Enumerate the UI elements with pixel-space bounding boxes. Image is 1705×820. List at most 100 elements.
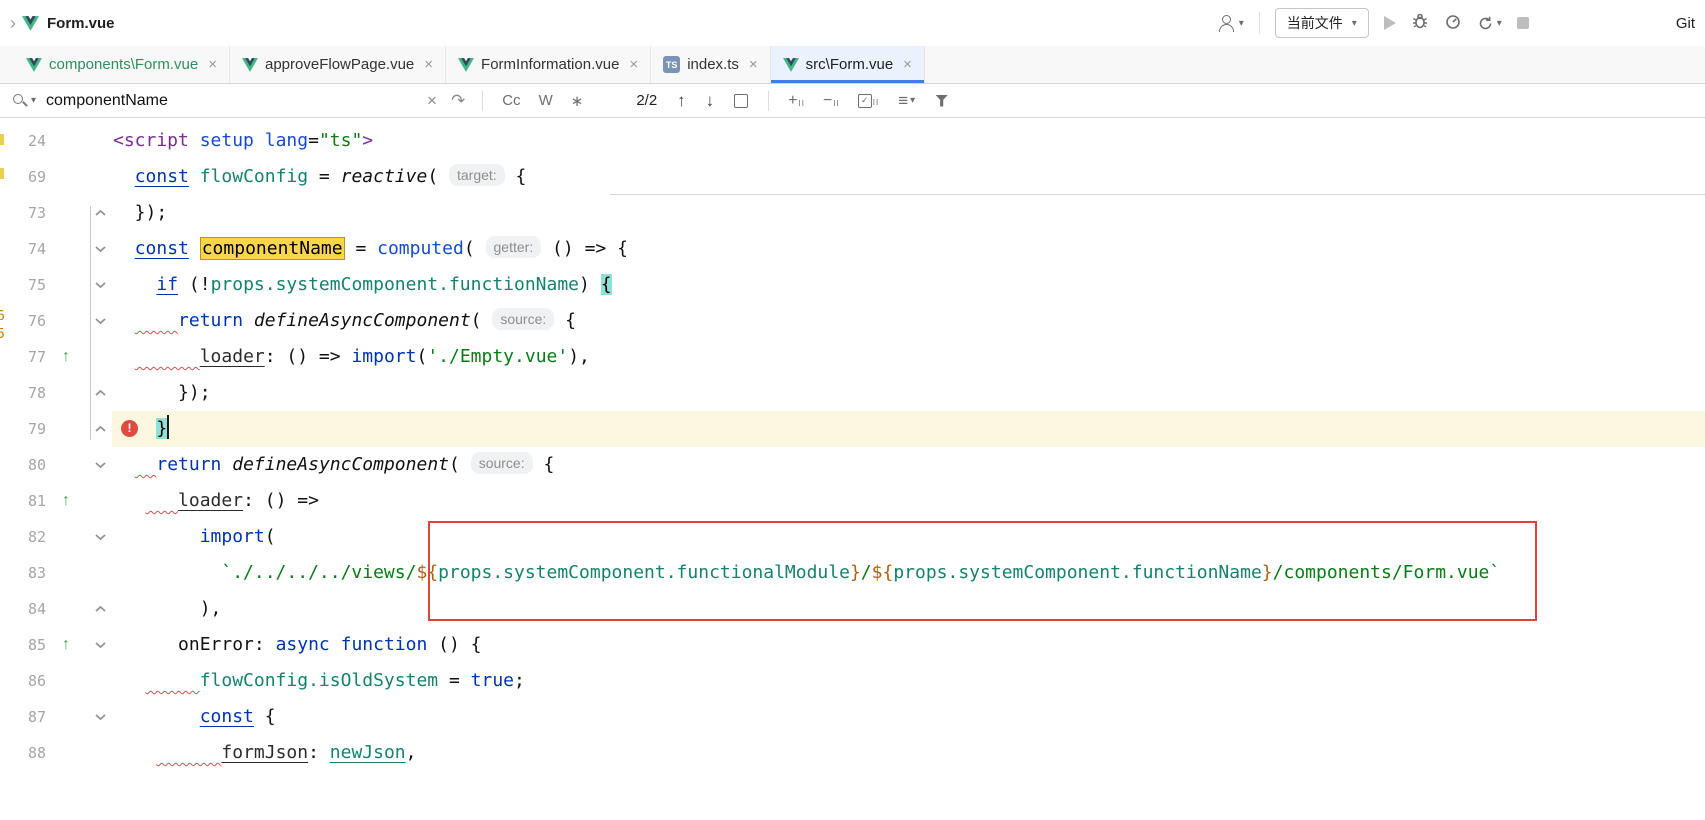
gutter-arrow-icon[interactable]: ↑ (62, 627, 70, 663)
fold-down-icon[interactable] (94, 245, 107, 253)
code-line-81[interactable]: 81↑ loader: () => (0, 483, 1705, 519)
code-line-78[interactable]: 78 }); (0, 375, 1705, 411)
code-text[interactable]: const componentName = computed( getter: … (113, 231, 1705, 267)
title-bar: › Form.vue ▾ 当前文件 ▾ ▾ (0, 0, 1705, 46)
code-text[interactable]: }); (113, 375, 1705, 411)
gutter-arrow-icon[interactable]: ↑ (62, 483, 70, 519)
profiler-button[interactable] (1444, 12, 1462, 35)
search-history-icon[interactable]: ↷ (451, 91, 465, 111)
tab-close-icon[interactable]: × (424, 56, 433, 73)
code-line-82[interactable]: 82 import( (0, 519, 1705, 555)
debug-button[interactable] (1411, 12, 1429, 35)
code-text[interactable]: return defineAsyncComponent( source: { (113, 447, 1705, 483)
open-in-find-window-icon[interactable] (734, 94, 748, 108)
filter-icon[interactable] (935, 95, 948, 107)
fold-down-icon[interactable] (94, 281, 107, 289)
stop-button[interactable] (1517, 17, 1529, 29)
code-line-74[interactable]: 74 const componentName = computed( gette… (0, 231, 1705, 267)
fold-down-icon[interactable] (94, 533, 107, 541)
code-line-75[interactable]: 75 if (!props.systemComponent.functionNa… (0, 267, 1705, 303)
code-line-83[interactable]: 83 `./../../../views/${props.systemCompo… (0, 555, 1705, 591)
next-occurrence-button[interactable]: ↓ (706, 91, 715, 111)
line-number: 87 (0, 699, 46, 735)
code-line-87[interactable]: 87 const { (0, 699, 1705, 735)
add-occurrence-icon[interactable]: +II (788, 93, 805, 109)
line-number: 74 (0, 231, 46, 267)
code-token: const (135, 238, 189, 259)
git-widget[interactable]: Git (1676, 15, 1695, 32)
code-text[interactable]: } (113, 411, 1705, 447)
fold-down-icon[interactable] (94, 641, 107, 649)
code-text[interactable]: onError: async function () { (113, 627, 1705, 663)
fold-up-icon[interactable] (94, 425, 107, 433)
tab-approveflowpage-vue[interactable]: approveFlowPage.vue× (230, 46, 446, 83)
code-text[interactable]: }); (113, 195, 1705, 231)
tab-close-icon[interactable]: × (749, 56, 758, 73)
code-line-24[interactable]: 24 <script setup lang="ts"> (0, 123, 1705, 159)
tab-bar: components\Form.vue×approveFlowPage.vue×… (0, 46, 1705, 84)
code-line-73[interactable]: 73 }); (0, 195, 1705, 231)
fold-down-icon[interactable] (94, 713, 107, 721)
code-text[interactable]: const flowConfig = reactive( target: { (113, 159, 1705, 195)
code-text[interactable]: `./../../../views/${props.systemComponen… (113, 555, 1705, 591)
editor-pane[interactable]: 24 <script setup lang="ts">69 const flowC… (0, 118, 1705, 820)
code-token (113, 742, 156, 763)
whole-words-toggle[interactable]: W (539, 92, 553, 109)
code-text[interactable]: loader: () => import('./Empty.vue'), (113, 339, 1705, 375)
code-text[interactable]: loader: () => (113, 483, 1705, 519)
divider (1259, 12, 1260, 34)
tab-close-icon[interactable]: × (629, 56, 638, 73)
user-account-button[interactable]: ▾ (1217, 15, 1244, 31)
line-number: 76 (0, 303, 46, 339)
previous-occurrence-button[interactable]: ↑ (677, 91, 686, 111)
code-line-77[interactable]: 77↑ loader: () => import('./Empty.vue'), (0, 339, 1705, 375)
code-line-69[interactable]: 69 const flowConfig = reactive( target: … (0, 159, 1705, 195)
run-button[interactable] (1384, 16, 1396, 30)
code-line-86[interactable]: 86 flowConfig.isOldSystem = true; (0, 663, 1705, 699)
search-options-icon[interactable]: ≡ ▾ (898, 91, 915, 111)
code-text[interactable]: const { (113, 699, 1705, 735)
fold-down-icon[interactable] (94, 461, 107, 469)
code-line-88[interactable]: 88 formJson: newJson, (0, 735, 1705, 771)
code-text[interactable]: ), (113, 591, 1705, 627)
search-icon[interactable] (12, 93, 29, 109)
fold-up-icon[interactable] (94, 605, 107, 613)
code-token: const (200, 706, 254, 727)
tab-forminformation-vue[interactable]: FormInformation.vue× (446, 46, 651, 83)
remove-occurrence-icon[interactable]: −II (823, 93, 840, 109)
fold-up-icon[interactable] (94, 389, 107, 397)
select-all-occurrences-icon[interactable]: ✓II (858, 94, 879, 108)
fold-down-icon[interactable] (94, 317, 107, 325)
code-line-76[interactable]: 76 return defineAsyncComponent( source: … (0, 303, 1705, 339)
code-text[interactable]: if (!props.systemComponent.functionName)… (113, 267, 1705, 303)
tab-index-ts[interactable]: TSindex.ts× (651, 46, 770, 83)
code-token (113, 706, 200, 727)
tab-src-form-vue[interactable]: src\Form.vue× (771, 46, 925, 83)
tab-close-icon[interactable]: × (903, 56, 912, 73)
code-token: { (533, 454, 555, 475)
regex-toggle[interactable]: ∗ (571, 92, 584, 110)
chevron-down-icon: ▾ (31, 95, 36, 106)
run-config-selector[interactable]: 当前文件 ▾ (1275, 8, 1369, 38)
code-line-80[interactable]: 80 return defineAsyncComponent( source: … (0, 447, 1705, 483)
vue-logo-icon (22, 16, 39, 31)
line-number: 24 (0, 123, 46, 159)
code-text[interactable]: formJson: newJson, (113, 735, 1705, 771)
fold-up-icon[interactable] (94, 209, 107, 217)
tab-close-icon[interactable]: × (208, 56, 217, 73)
clear-search-icon[interactable]: × (427, 91, 437, 111)
code-line-85[interactable]: 85↑ onError: async function () { (0, 627, 1705, 663)
code-token: flowConfig.isOldSystem (200, 670, 438, 691)
code-text[interactable]: flowConfig.isOldSystem = true; (113, 663, 1705, 699)
match-case-toggle[interactable]: Cc (502, 92, 520, 109)
tab-components-form-vue[interactable]: components\Form.vue× (14, 46, 230, 83)
gutter-arrow-icon[interactable]: ↑ (62, 339, 70, 375)
code-text[interactable]: <script setup lang="ts"> (113, 123, 1705, 159)
code-line-79[interactable]: 79! } (0, 411, 1705, 447)
code-text[interactable]: return defineAsyncComponent( source: { (113, 303, 1705, 339)
code-line-84[interactable]: 84 ), (0, 591, 1705, 627)
search-input[interactable] (44, 91, 420, 111)
code-text[interactable]: import( (113, 519, 1705, 555)
rerun-button[interactable]: ▾ (1477, 15, 1502, 32)
edge-fragment: 6 (0, 309, 5, 324)
